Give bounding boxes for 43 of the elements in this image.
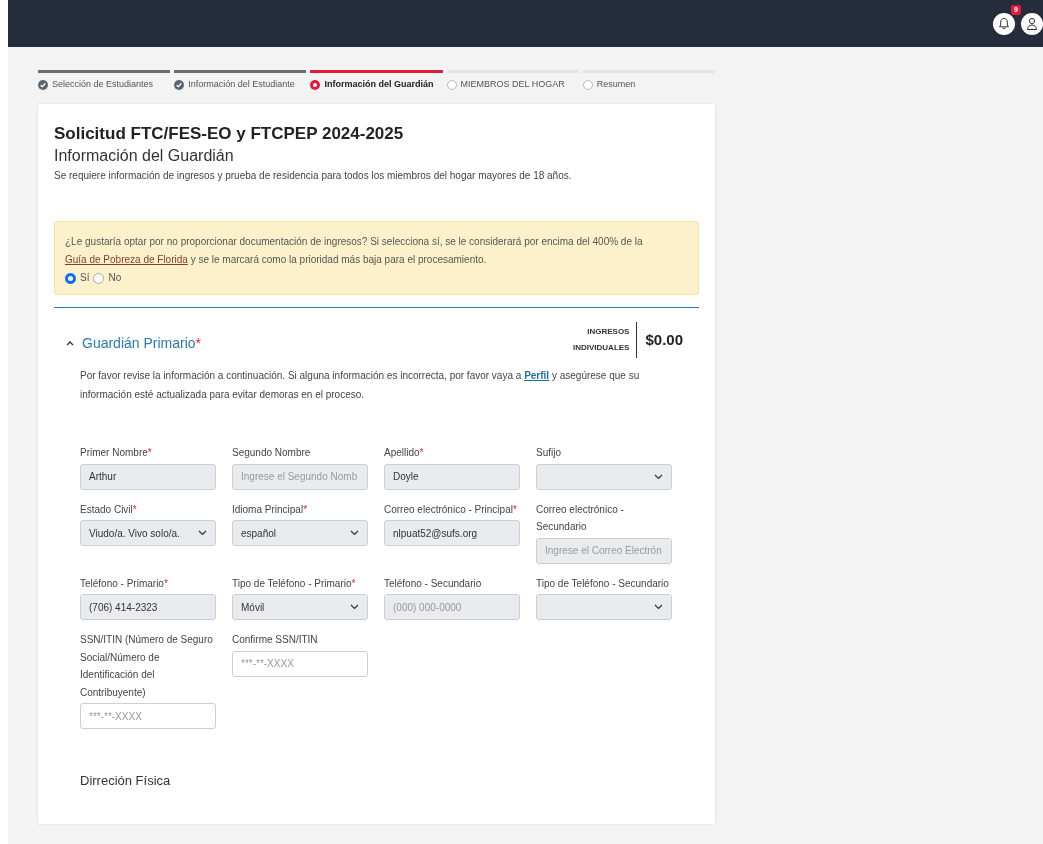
field-label: Correo electrónico - Secundario [536,502,625,535]
chevron-down-icon [654,473,663,480]
section-toggle[interactable]: Guardián Primario* [66,326,202,354]
field-label: Idioma Principal* [232,502,309,517]
step-label[interactable]: Información del Estudiante [188,78,295,92]
field-label: SSN/ITIN (Número de Seguro Social/Número de Identificación del Contribuyente) [80,633,214,700]
income-label: INGRESOS INDIVIDUALES [572,326,630,355]
address-heading: Dirreción Física [80,773,172,789]
field-label: Tipo de Teléfono - Primario* [232,576,357,591]
notification-button[interactable] [993,12,1015,35]
input-field[interactable]: ***-**-XXXX [80,703,216,730]
field-label: Correo electrónico - Principal* [384,502,518,517]
step-label[interactable]: Selección de Estudiantes [52,78,154,92]
radio-option[interactable]: Sí [65,269,90,288]
step-label[interactable]: MIEMBROS DEL HOGAR [460,78,565,92]
step-label[interactable]: Información del Guardián [324,78,434,92]
notice-text: Por favor revise la información a continuación. Si alguna información es incorrecta, por favor vaya a Perfil y asegúrese que su información esté actualizada para evitar demoras en el proceso. [80,369,641,403]
field-label: Teléfono - Primario* [80,576,169,591]
user-button[interactable] [1021,12,1043,35]
field-label: Sufijo [536,446,562,461]
field-label: Confirme SSN/ITIN [232,633,319,648]
radio-option[interactable]: No [93,269,122,288]
chevron-down-icon [654,604,663,611]
income-value: $0.00 [636,322,683,359]
profile-link[interactable]: Perfil [524,370,550,382]
alert-text: ¿Le gustaría optar por no proporcionar documentación de ingresos? Si selecciona sí, se le considerará por encima del 400% de la Guía de Pobreza de Florida y se le marcará como la prioridad más baja para el procesamiento. [65,235,644,268]
chevron-down-icon [198,530,207,537]
guide-link[interactable]: Guía de Pobreza de Florida [65,254,188,266]
step-label[interactable]: Resumen [596,78,636,92]
bell-icon [998,17,1010,30]
chevron-down-icon [350,604,359,611]
field-label: Segundo Nombre [232,446,312,461]
section-subtitle: Información del Guardián [54,145,235,166]
field-label: Teléfono - Secundario [384,576,483,591]
field-label: Estado Civil* [80,502,138,517]
form-title: Solicitud FTC/FES-EO y FTCPEP 2024-2025 [54,123,405,144]
chevron-down-icon [350,530,359,537]
field-label: Apellido* [384,446,425,461]
field-label: Primer Nombre* [80,446,153,461]
field-label: Tipo de Teléfono - Secundario [536,576,670,591]
user-icon [1026,17,1038,30]
input-field[interactable]: ***-**-XXXX [232,650,368,677]
intro-text: Se requiere información de ingresos y prueba de residencia para todos los miembros del hogar mayores de 18 años. [54,169,573,184]
